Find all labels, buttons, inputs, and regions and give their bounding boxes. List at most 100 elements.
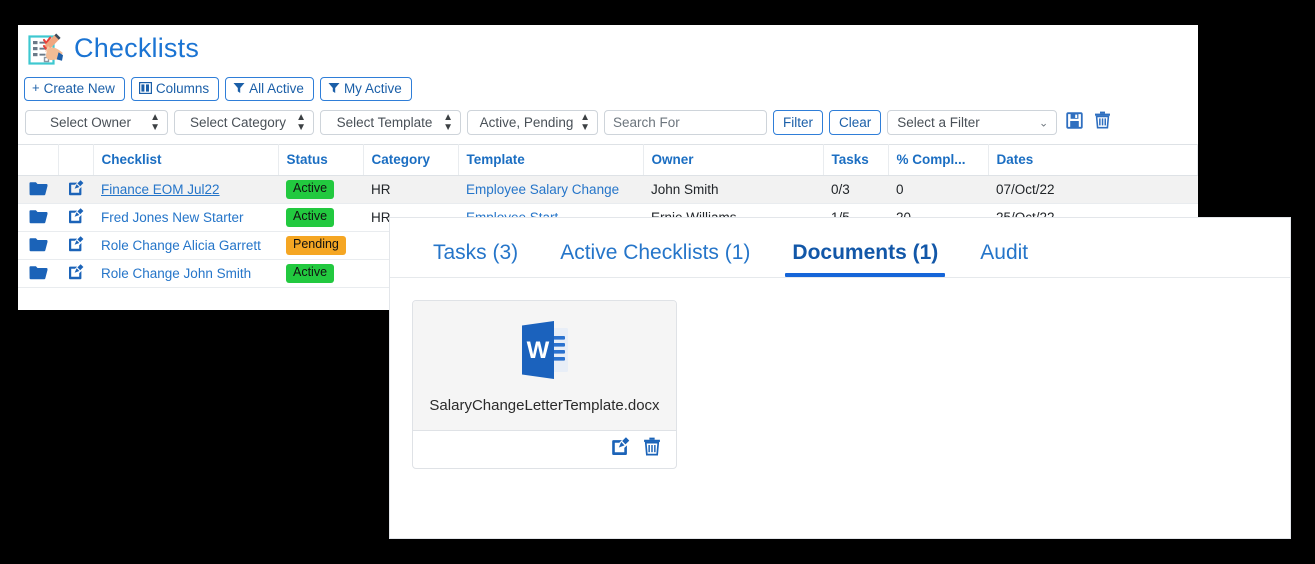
delete-filter-button[interactable] xyxy=(1091,111,1113,134)
edit-pencil-icon[interactable] xyxy=(68,236,84,255)
edit-pencil-icon[interactable] xyxy=(68,264,84,283)
col-dates[interactable]: Dates xyxy=(988,144,1198,176)
col-template[interactable]: Template xyxy=(458,144,644,176)
col-edit[interactable] xyxy=(58,144,94,176)
cell-dates: 07/Oct/22 xyxy=(988,175,1198,204)
page-title: Checklists xyxy=(74,33,200,63)
cell-status: Active xyxy=(278,175,363,204)
all-active-button[interactable]: All Active xyxy=(225,77,314,101)
owner-select-value: Select Owner xyxy=(49,115,132,130)
save-floppy-icon xyxy=(1066,111,1083,134)
tab-documents[interactable]: Documents (1) xyxy=(771,242,959,277)
cell-owner: John Smith xyxy=(643,175,823,204)
table-row[interactable]: Finance EOM Jul22 Active HR Employee Sal… xyxy=(18,175,1198,204)
col-percent-complete[interactable]: % Compl... xyxy=(888,144,989,176)
chevron-down-icon: ⌄ xyxy=(1039,117,1049,129)
filter-funnel-icon xyxy=(328,82,340,96)
cell-checklist[interactable]: Role Change John Smith xyxy=(93,259,278,288)
saved-filter-select[interactable]: Select a Filter ⌄ xyxy=(887,110,1058,135)
open-folder-cell[interactable] xyxy=(18,231,58,260)
document-card-actions xyxy=(413,431,676,468)
create-new-label: Create New xyxy=(43,81,115,96)
table-header-row: Checklist Status Category Template Owner… xyxy=(18,144,1198,176)
owner-select[interactable]: Select Owner ▲ ▼ xyxy=(25,110,168,135)
template-select[interactable]: Select Template ▲ ▼ xyxy=(320,110,461,135)
columns-icon xyxy=(138,81,152,96)
folder-icon[interactable] xyxy=(29,265,48,283)
cell-tasks: 0/3 xyxy=(823,175,888,204)
document-delete-button[interactable] xyxy=(642,437,662,461)
tab-documents-label: Documents (1) xyxy=(792,241,939,264)
col-checklist[interactable]: Checklist xyxy=(93,144,279,176)
folder-icon[interactable] xyxy=(29,181,48,199)
cell-checklist[interactable]: Finance EOM Jul22 xyxy=(93,175,278,204)
screen: Checklists + Create New Columns All Acti… xyxy=(0,0,1315,564)
clear-button[interactable]: Clear xyxy=(829,110,882,135)
open-folder-cell[interactable] xyxy=(18,203,58,232)
folder-icon[interactable] xyxy=(29,209,48,227)
template-link[interactable]: Employee Salary Change xyxy=(466,182,619,197)
action-toolbar: + Create New Columns All Active My Activ… xyxy=(18,67,1198,101)
cell-template[interactable]: Employee Salary Change xyxy=(458,175,643,204)
col-status[interactable]: Status xyxy=(278,144,364,176)
cell-percent: 0 xyxy=(888,175,988,204)
edit-cell[interactable] xyxy=(58,175,93,204)
open-folder-cell[interactable] xyxy=(18,259,58,288)
chevron-updown-icon: ▲ ▼ xyxy=(580,111,590,133)
document-edit-button[interactable] xyxy=(610,437,630,461)
window-header: Checklists xyxy=(18,25,1198,67)
chevron-updown-icon: ▲ ▼ xyxy=(296,111,306,133)
checklist-detail-panel: Tasks (3) Active Checklists (1) Document… xyxy=(390,218,1290,538)
template-select-value: Select Template xyxy=(336,115,433,130)
filter-funnel-icon xyxy=(233,82,245,96)
status-badge: Active xyxy=(286,208,335,227)
cell-status: Active xyxy=(278,259,363,288)
col-tasks[interactable]: Tasks xyxy=(823,144,889,176)
document-card[interactable]: W SalaryChangeLetterTemplate.docx xyxy=(412,300,677,470)
tab-tasks[interactable]: Tasks (3) xyxy=(412,242,539,277)
edit-pencil-icon xyxy=(611,437,630,461)
my-active-label: My Active xyxy=(343,81,402,96)
columns-button[interactable]: Columns xyxy=(130,77,220,101)
save-filter-button[interactable] xyxy=(1063,111,1085,134)
edit-cell[interactable] xyxy=(58,203,93,232)
col-open[interactable] xyxy=(18,144,59,176)
category-select[interactable]: Select Category ▲ ▼ xyxy=(174,110,314,135)
cell-status: Pending xyxy=(278,231,363,260)
cell-category: HR xyxy=(363,175,458,204)
status-badge: Pending xyxy=(286,236,346,255)
folder-icon[interactable] xyxy=(29,237,48,255)
tab-tasks-label: Tasks (3) xyxy=(433,241,519,264)
trash-icon xyxy=(1094,111,1111,134)
checklist-link[interactable]: Fred Jones New Starter xyxy=(101,210,244,225)
my-active-button[interactable]: My Active xyxy=(319,77,412,101)
edit-cell[interactable] xyxy=(58,259,93,288)
saved-filter-value: Select a Filter xyxy=(897,115,980,130)
checklist-link[interactable]: Role Change John Smith xyxy=(101,266,251,281)
filter-button[interactable]: Filter xyxy=(773,110,823,135)
checklist-hand-pen-icon xyxy=(28,33,64,67)
col-category[interactable]: Category xyxy=(363,144,459,176)
create-new-button[interactable]: + Create New xyxy=(24,77,125,101)
col-owner[interactable]: Owner xyxy=(643,144,824,176)
tab-audit[interactable]: Audit xyxy=(959,242,1049,277)
all-active-label: All Active xyxy=(249,81,304,96)
cell-checklist[interactable]: Fred Jones New Starter xyxy=(93,203,278,232)
tab-audit-label: Audit xyxy=(980,241,1029,264)
word-document-icon: W xyxy=(514,321,576,385)
documents-area: W SalaryChangeLetterTemplate.docx xyxy=(390,278,1290,470)
checklist-link[interactable]: Finance EOM Jul22 xyxy=(101,182,220,197)
status-select[interactable]: Active, Pending ▲ ▼ xyxy=(467,110,598,135)
svg-text:W: W xyxy=(526,337,549,364)
category-select-value: Select Category xyxy=(189,115,287,130)
edit-pencil-icon[interactable] xyxy=(68,208,84,227)
edit-cell[interactable] xyxy=(58,231,93,260)
open-folder-cell[interactable] xyxy=(18,175,58,204)
tab-active-checklists[interactable]: Active Checklists (1) xyxy=(539,242,771,277)
checklist-link[interactable]: Role Change Alicia Garrett xyxy=(101,238,261,253)
edit-pencil-icon[interactable] xyxy=(68,180,84,199)
status-select-value: Active, Pending xyxy=(479,115,574,130)
cell-checklist[interactable]: Role Change Alicia Garrett xyxy=(93,231,278,260)
search-input[interactable] xyxy=(604,110,767,135)
trash-icon xyxy=(643,437,661,461)
